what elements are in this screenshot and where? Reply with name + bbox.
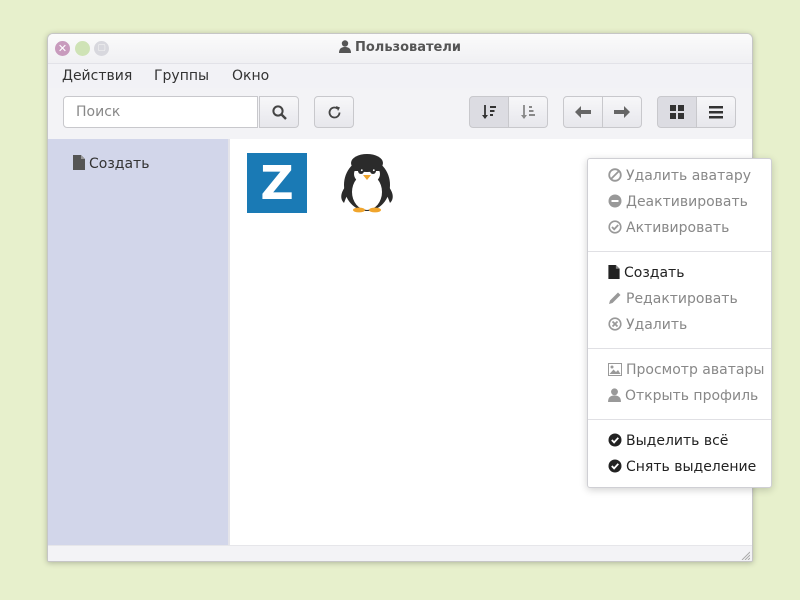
ctx-item-label: Выделить всё xyxy=(626,433,729,449)
toolbar xyxy=(48,88,752,139)
ctx-item-label: Удалить аватару xyxy=(626,168,752,184)
ctx-open-profile[interactable]: Открыть профиль xyxy=(608,388,758,404)
ctx-item-label: Активировать xyxy=(626,220,730,236)
sidebar-item-create[interactable]: Создать xyxy=(73,155,149,172)
back-button[interactable] xyxy=(563,96,603,128)
check-circle-outline-icon xyxy=(608,220,622,234)
avatar-penguin[interactable] xyxy=(337,153,397,213)
sort-descending-button[interactable] xyxy=(508,96,548,128)
forward-button[interactable] xyxy=(602,96,642,128)
sort-descending-icon xyxy=(521,105,535,119)
search-button[interactable] xyxy=(259,96,299,128)
grid-icon xyxy=(670,105,684,119)
arrow-left-icon xyxy=(575,106,591,118)
ctx-select-all[interactable]: Выделить всё xyxy=(608,433,728,449)
context-menu: Удалить аватару Деактивировать Активиров… xyxy=(587,158,772,488)
pencil-icon xyxy=(609,292,621,304)
file-icon xyxy=(73,155,85,170)
refresh-button[interactable] xyxy=(314,96,354,128)
file-icon xyxy=(608,265,620,279)
ctx-activate[interactable]: Активировать xyxy=(608,220,729,236)
arrow-right-icon xyxy=(614,106,630,118)
ctx-create[interactable]: Создать xyxy=(608,265,684,281)
ctx-item-label: Создать xyxy=(624,265,685,281)
ctx-item-label: Удалить xyxy=(626,317,688,333)
penguin-icon xyxy=(341,154,393,213)
ctx-item-label: Редактировать xyxy=(626,291,738,307)
sidebar: Создать xyxy=(48,139,230,545)
list-view-button[interactable] xyxy=(696,96,736,128)
ctx-item-label: Просмотр аватары xyxy=(626,362,765,378)
search-icon xyxy=(271,104,287,120)
check-circle-icon xyxy=(608,459,622,473)
avatar-z[interactable]: Z xyxy=(247,153,307,213)
ctx-item-label: Деактивировать xyxy=(626,194,748,210)
ctx-separator xyxy=(588,251,771,252)
list-icon xyxy=(709,105,723,118)
user-icon xyxy=(608,388,621,402)
grid-view-button[interactable] xyxy=(657,96,697,128)
ctx-deactivate[interactable]: Деактивировать xyxy=(608,194,748,210)
avatar-letter: Z xyxy=(260,156,294,210)
ctx-item-label: Снять выделение xyxy=(626,459,757,475)
statusbar xyxy=(48,545,752,561)
ctx-separator xyxy=(588,348,771,349)
ctx-separator xyxy=(588,419,771,420)
sort-ascending-icon xyxy=(482,105,496,119)
menubar: Действия Группы Окно xyxy=(48,63,752,89)
resize-grip-icon[interactable] xyxy=(740,550,750,560)
x-circle-icon xyxy=(608,317,622,331)
menu-groups[interactable]: Группы xyxy=(154,68,209,84)
ctx-remove-avatar[interactable]: Удалить аватару xyxy=(608,168,751,184)
minus-circle-icon xyxy=(608,194,622,208)
ctx-delete[interactable]: Удалить xyxy=(608,317,687,333)
search-input[interactable] xyxy=(63,96,258,128)
sort-ascending-button[interactable] xyxy=(469,96,509,128)
refresh-icon xyxy=(328,105,340,118)
titlebar: ✕ ▢ Пользователи xyxy=(48,34,752,63)
sidebar-item-label: Создать xyxy=(89,156,150,172)
window-title: Пользователи xyxy=(48,40,752,55)
menu-window[interactable]: Окно xyxy=(232,68,269,84)
ctx-view-avatar[interactable]: Просмотр аватары xyxy=(608,362,764,378)
ctx-item-label: Открыть профиль xyxy=(625,388,759,404)
ctx-deselect[interactable]: Снять выделение xyxy=(608,459,756,475)
window-title-text: Пользователи xyxy=(354,40,462,55)
user-icon xyxy=(338,40,351,53)
menu-actions[interactable]: Действия xyxy=(62,68,132,84)
picture-icon xyxy=(608,363,622,376)
ban-icon xyxy=(608,168,622,182)
ctx-edit[interactable]: Редактировать xyxy=(608,291,738,307)
check-circle-icon xyxy=(608,433,622,447)
